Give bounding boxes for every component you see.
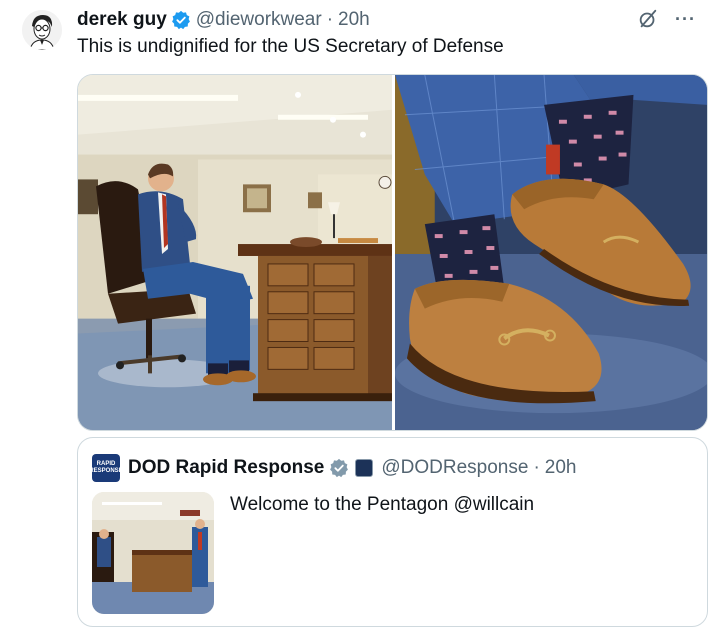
quoted-tweet-text: Welcome to the Pentagon @willcain xyxy=(230,494,535,515)
author-handle[interactable]: @dieworkwear xyxy=(196,9,322,31)
quoted-tweet-header: RAPID RESPONSE DOD Rapid Response @DODRe… xyxy=(89,454,577,482)
separator-dot: · xyxy=(326,9,334,30)
quoted-author-avatar: RAPID RESPONSE xyxy=(89,454,123,482)
shoes-photo xyxy=(395,75,707,430)
affiliation-badge-icon xyxy=(355,459,374,477)
verified-icon xyxy=(171,10,190,30)
quoted-avatar-text-1: RAPID xyxy=(96,461,116,467)
verified-icon xyxy=(330,458,349,478)
separator-dot: · xyxy=(533,457,540,478)
tweet-media xyxy=(77,74,708,431)
header-actions: ··· xyxy=(637,8,696,30)
quoted-timestamp: 20h xyxy=(544,457,577,478)
media-image-office[interactable] xyxy=(78,75,392,430)
quoted-author-handle: @DODResponse xyxy=(381,457,529,478)
media-image-shoes[interactable] xyxy=(395,75,707,430)
quoted-avatar-text-2: RESPONSE xyxy=(89,468,123,474)
quoted-media-thumbnail xyxy=(92,492,214,614)
author-name[interactable]: derek guy xyxy=(77,9,167,31)
tweet-text: This is undignified for the US Secretary… xyxy=(77,36,504,57)
tweet-header: derek guy @dieworkwear · 20h ··· xyxy=(77,8,700,32)
tweet-timestamp[interactable]: 20h xyxy=(338,9,370,31)
quoted-tweet[interactable]: RAPID RESPONSE DOD Rapid Response @DODRe… xyxy=(77,437,708,627)
grok-icon[interactable] xyxy=(637,8,659,30)
more-icon[interactable]: ··· xyxy=(675,9,696,30)
quoted-author-name: DOD Rapid Response xyxy=(128,457,325,478)
office-photo xyxy=(78,75,392,430)
author-avatar[interactable] xyxy=(22,10,62,50)
